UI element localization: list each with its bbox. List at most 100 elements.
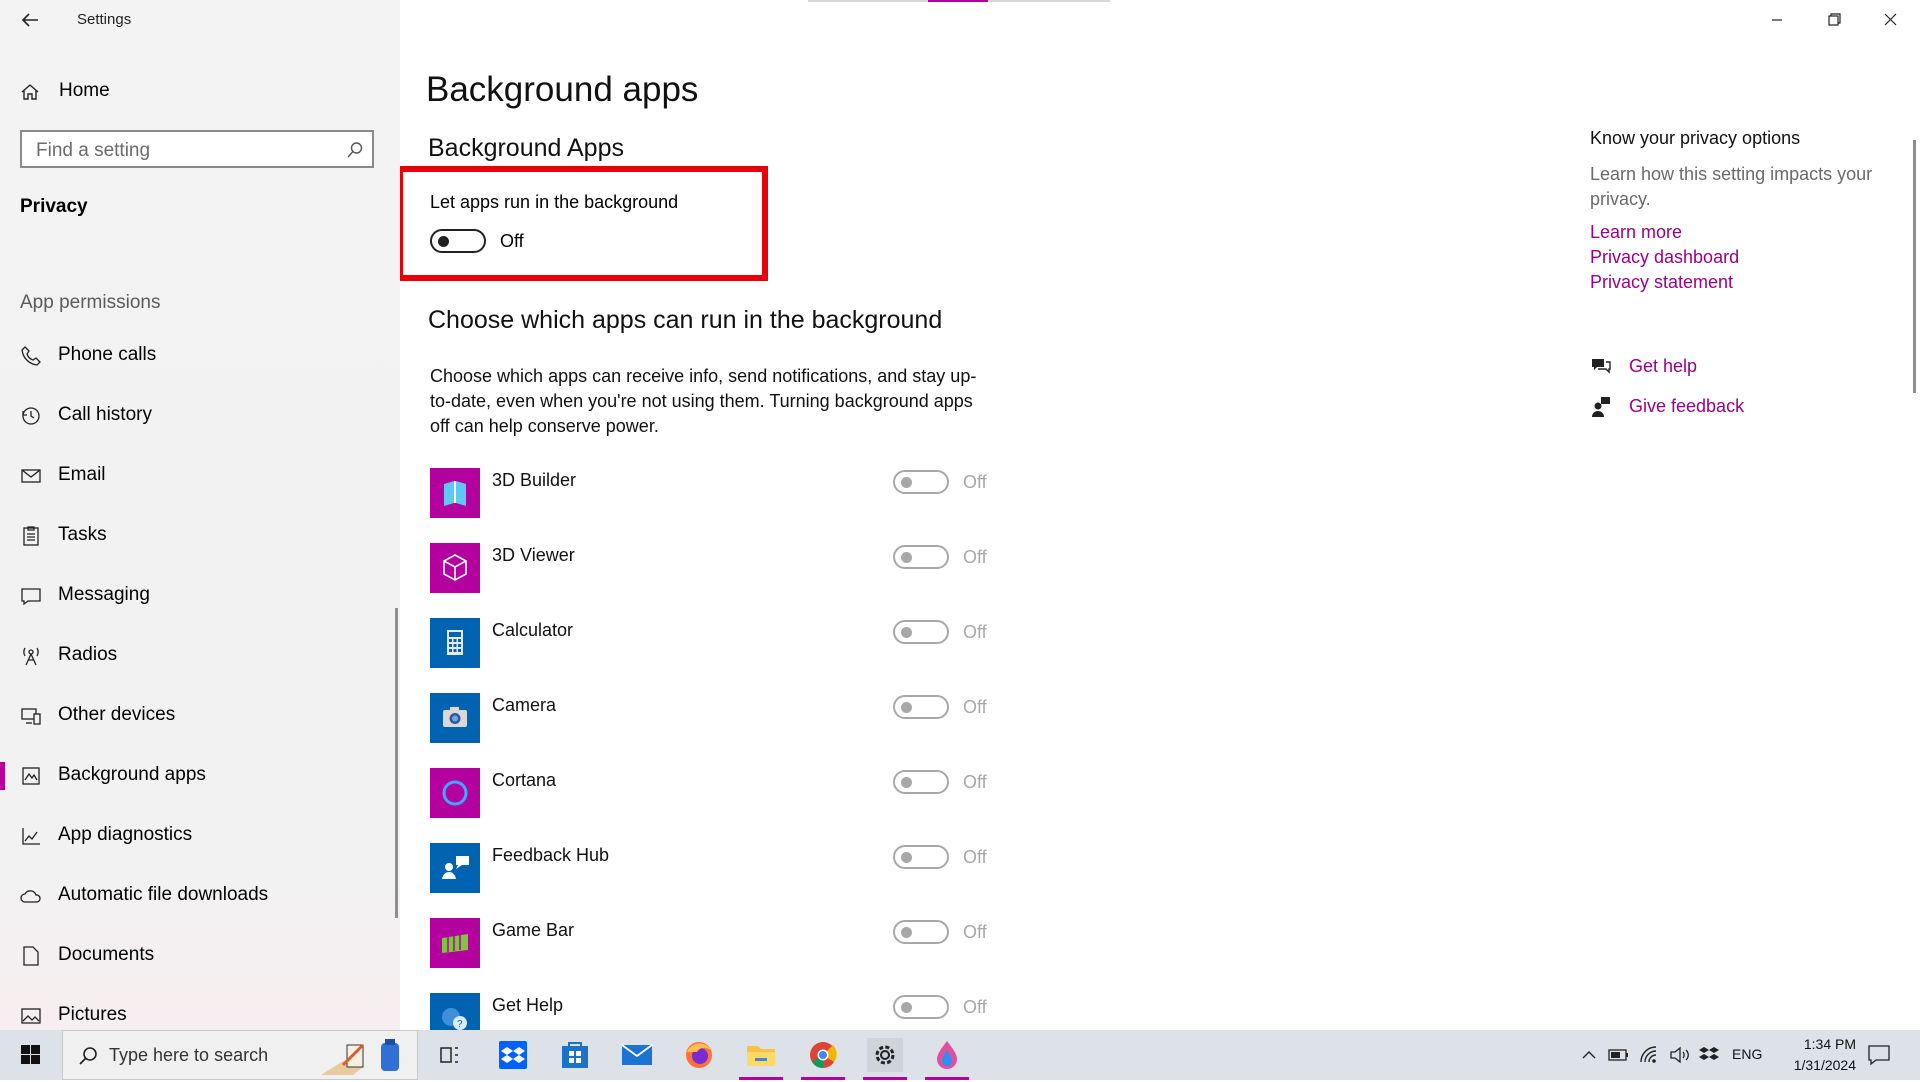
- app-toggle-get-help[interactable]: [893, 995, 949, 1019]
- app-name: Get Help: [492, 995, 564, 1015]
- get-help-icon: ?: [430, 993, 480, 1030]
- sidebar-item-documents[interactable]: Documents: [0, 932, 395, 980]
- app-name: Camera: [492, 695, 557, 715]
- input-language[interactable]: ENG: [1732, 1046, 1762, 1068]
- mail-icon: [20, 465, 42, 487]
- app-name: 3D Builder: [492, 470, 577, 490]
- app-row-camera: Camera Off: [430, 693, 1000, 743]
- svg-text:?: ?: [457, 1019, 463, 1030]
- give-feedback-link[interactable]: Give feedback: [1590, 394, 1920, 422]
- privacy-statement-link[interactable]: Privacy statement: [1590, 272, 1733, 293]
- restore-icon[interactable]: [1819, 8, 1849, 32]
- phone-icon: [20, 345, 42, 367]
- master-background-toggle[interactable]: [430, 229, 486, 253]
- app-toggle-feedback-hub[interactable]: [893, 845, 949, 869]
- clock-time: 1:34 PM: [1803, 1036, 1856, 1052]
- camera-icon: [430, 693, 480, 743]
- settings-sidebar: Settings Home Find a setting Privacy App…: [0, 0, 400, 1030]
- search-icon: [77, 1045, 99, 1067]
- learn-more-link[interactable]: Learn more: [1590, 222, 1682, 243]
- minimize-icon[interactable]: [1762, 8, 1792, 32]
- 3d-viewer-icon: [430, 543, 480, 593]
- app-toggle-state: Off: [963, 772, 987, 792]
- back-arrow-icon[interactable]: [18, 8, 42, 32]
- choose-apps-heading: Choose which apps can run in the backgro…: [428, 306, 943, 334]
- get-help-label: Get help: [1629, 356, 1698, 376]
- taskbar-search-box[interactable]: Type here to search: [62, 1030, 418, 1080]
- sidebar-item-app-diagnostics[interactable]: App diagnostics: [0, 812, 395, 860]
- cortana-icon: [430, 768, 480, 818]
- clipboard-icon: [20, 525, 42, 547]
- history-icon: [20, 405, 42, 427]
- privacy-options-description: Learn how this setting impacts your priv…: [1590, 164, 1873, 209]
- sidebar-item-phone-calls[interactable]: Phone calls: [0, 332, 395, 380]
- chart-icon: [20, 825, 42, 847]
- home-icon: [20, 82, 40, 102]
- notification-icon[interactable]: [1866, 1044, 1892, 1066]
- store-icon[interactable]: [557, 1038, 593, 1072]
- home-nav[interactable]: Home: [0, 74, 400, 110]
- picture-icon: [20, 1005, 42, 1027]
- app-toggle-game-bar[interactable]: [893, 920, 949, 944]
- settings-icon[interactable]: [863, 1038, 907, 1080]
- clock-date: 1/31/2024: [1793, 1057, 1856, 1073]
- background-apps-icon: [20, 765, 42, 787]
- file-explorer-icon[interactable]: [739, 1038, 783, 1080]
- page-title: Background apps: [426, 70, 699, 109]
- app-row-calculator: Calculator Off: [430, 618, 1000, 668]
- get-help-link[interactable]: Get help: [1590, 354, 1920, 382]
- app-toggle-cortana[interactable]: [893, 770, 949, 794]
- sidebar-item-messaging[interactable]: Messaging: [0, 572, 395, 620]
- sidebar-item-label: Automatic file downloads: [58, 884, 269, 905]
- sidebar-item-background-apps[interactable]: Background apps: [0, 752, 395, 800]
- app-row-3d-viewer: 3D Viewer Off: [430, 543, 1000, 593]
- paint-icon[interactable]: [925, 1038, 969, 1080]
- sidebar-item-automatic-file-downloads[interactable]: Automatic file downloads: [0, 872, 395, 920]
- sidebar-item-call-history[interactable]: Call history: [0, 392, 395, 440]
- network-icon[interactable]: [1638, 1044, 1662, 1066]
- taskbar: Type here to search ENG 1:34 PM 1/31/202…: [0, 1030, 1920, 1080]
- chrome-icon[interactable]: [801, 1038, 845, 1080]
- firefox-icon[interactable]: [681, 1038, 717, 1072]
- app-toggle-state: Off: [963, 847, 987, 867]
- sidebar-item-label: Tasks: [58, 524, 107, 545]
- search-icon[interactable]: [346, 141, 364, 159]
- highlight-box: [400, 166, 768, 281]
- taskbar-search-placeholder: Type here to search: [109, 1045, 269, 1065]
- battery-icon[interactable]: [1607, 1044, 1631, 1066]
- section-heading-privacy: Privacy: [20, 196, 88, 217]
- search-highlight-art-icon: [313, 1035, 413, 1077]
- give-feedback-label: Give feedback: [1629, 396, 1745, 416]
- home-label: Home: [59, 80, 110, 101]
- sidebar-item-label: Messaging: [58, 584, 150, 605]
- game-bar-icon: [430, 918, 480, 968]
- sidebar-scrollbar[interactable]: [395, 608, 398, 918]
- task-view-icon[interactable]: [432, 1038, 468, 1072]
- main-scrollbar[interactable]: [1913, 140, 1916, 393]
- app-row-get-help: ? Get Help Off: [430, 993, 1000, 1030]
- privacy-dashboard-link[interactable]: Privacy dashboard: [1590, 247, 1739, 268]
- sidebar-item-label: Background apps: [58, 764, 206, 785]
- app-toggle-camera[interactable]: [893, 695, 949, 719]
- sidebar-item-pictures[interactable]: Pictures: [0, 992, 395, 1030]
- sidebar-item-radios[interactable]: Radios: [0, 632, 395, 680]
- app-toggle-3d-viewer[interactable]: [893, 545, 949, 569]
- main-content: Background apps Background Apps Let apps…: [400, 0, 1920, 1030]
- dropbox-icon[interactable]: [495, 1038, 531, 1072]
- sidebar-item-other-devices[interactable]: Other devices: [0, 692, 395, 740]
- close-icon[interactable]: [1875, 8, 1905, 32]
- feedback-hub-icon: [430, 843, 480, 893]
- show-hidden-icons-chevron-icon[interactable]: [1578, 1044, 1600, 1066]
- taskbar-clock[interactable]: 1:34 PM 1/31/2024: [1766, 1034, 1856, 1076]
- windows-start-icon[interactable]: [10, 1042, 50, 1068]
- app-toggle-3d-builder[interactable]: [893, 470, 949, 494]
- sidebar-item-tasks[interactable]: Tasks: [0, 512, 395, 560]
- sidebar-item-label: Pictures: [58, 1004, 127, 1025]
- volume-icon[interactable]: [1668, 1044, 1692, 1066]
- mail-icon[interactable]: [619, 1038, 655, 1072]
- find-setting-input[interactable]: Find a setting: [20, 130, 374, 168]
- app-toggle-state: Off: [963, 997, 987, 1017]
- sidebar-item-email[interactable]: Email: [0, 452, 395, 500]
- app-toggle-calculator[interactable]: [893, 620, 949, 644]
- dropbox-tray-icon[interactable]: [1697, 1044, 1721, 1066]
